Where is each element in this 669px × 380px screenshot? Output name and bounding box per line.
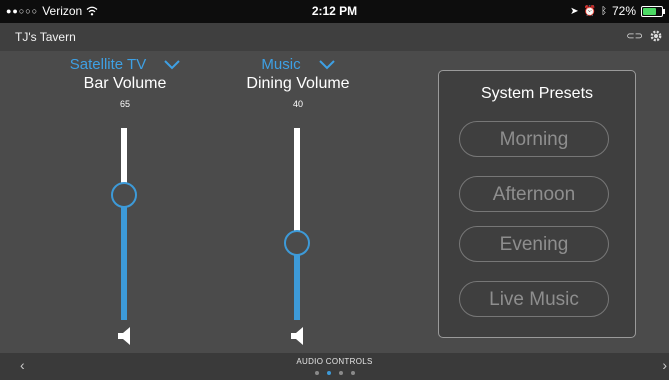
page-dot[interactable]	[338, 371, 343, 375]
battery-icon	[641, 5, 665, 17]
zone-name: Dining Volume	[246, 75, 350, 92]
volume-slider[interactable]	[282, 128, 312, 320]
source-selector[interactable]: Satellite TV	[35, 56, 215, 73]
preset-afternoon-button[interactable]: Afternoon	[459, 176, 609, 212]
presets-title: System Presets	[480, 85, 594, 102]
speaker-icon[interactable]	[117, 326, 133, 346]
chevron-right-icon[interactable]: ›	[662, 357, 667, 373]
bluetooth-icon: ᛒ	[600, 5, 607, 17]
location-icon: ➤	[570, 5, 579, 17]
slider-thumb[interactable]	[111, 182, 137, 208]
volume-slider[interactable]	[109, 128, 139, 320]
status-bar: ●●○○○ Verizon 2:12 PM ➤ ⏰ ᛒ 72%	[0, 0, 669, 23]
volume-value: 65	[119, 99, 130, 109]
page-dot[interactable]	[326, 371, 331, 375]
page-title: TJ's Tavern	[15, 30, 76, 44]
battery-level	[643, 7, 656, 15]
alarm-icon: ⏰	[583, 5, 596, 17]
chevron-down-icon	[318, 59, 335, 69]
preset-live-music-button[interactable]: Live Music	[459, 281, 609, 317]
preset-evening-button[interactable]: Evening	[459, 226, 609, 262]
zone-name: Bar Volume	[83, 75, 167, 92]
volume-value: 40	[292, 99, 303, 109]
slider-thumb[interactable]	[284, 230, 310, 256]
slider-fill	[121, 195, 127, 320]
page-dot[interactable]	[314, 371, 319, 375]
app-header: TJ's Tavern ⊂⊃	[0, 23, 669, 51]
footer-bar: ‹ AUDIO CONTROLS ›	[0, 353, 669, 380]
link-icon[interactable]: ⊂⊃	[626, 31, 643, 42]
page-dot[interactable]	[350, 371, 355, 375]
gear-icon[interactable]	[649, 29, 663, 43]
speaker-icon[interactable]	[290, 326, 306, 346]
battery-percent: 72%	[611, 4, 636, 18]
system-presets-panel: System Presets Morning Afternoon Evening…	[438, 70, 636, 338]
source-label: Music	[261, 56, 301, 73]
preset-morning-button[interactable]: Morning	[459, 121, 609, 157]
page-indicator[interactable]	[0, 371, 669, 375]
zone-dining: Music Dining Volume 40	[208, 56, 388, 109]
source-selector[interactable]: Music	[208, 56, 388, 73]
footer-label: AUDIO CONTROLS	[296, 357, 373, 366]
clock: 2:12 PM	[311, 4, 358, 18]
chevron-down-icon	[164, 59, 180, 69]
source-label: Satellite TV	[69, 56, 147, 73]
zone-bar: Satellite TV Bar Volume 65	[35, 56, 215, 109]
